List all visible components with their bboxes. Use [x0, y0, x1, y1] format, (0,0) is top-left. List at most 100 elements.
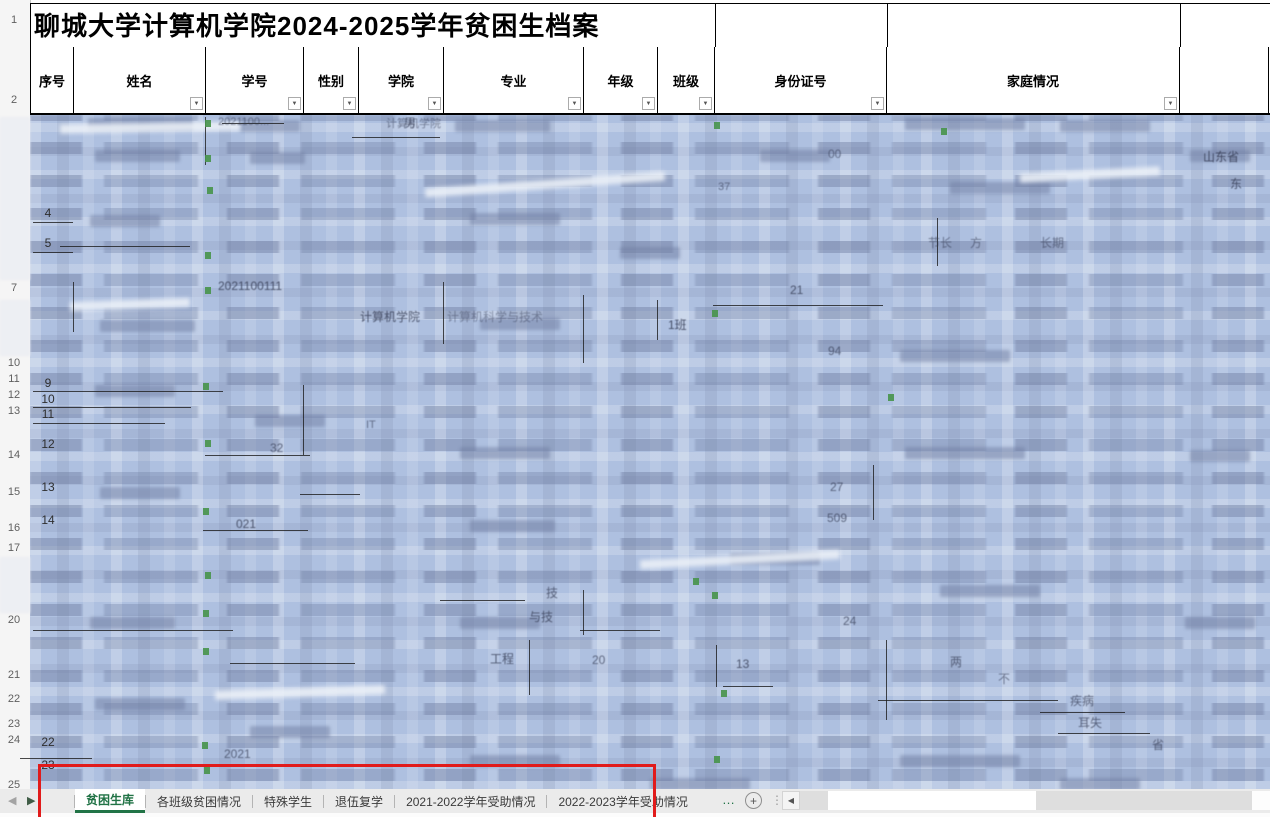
- serial-number-cell[interactable]: 9: [34, 376, 62, 390]
- gutter-row-number[interactable]: 21: [0, 668, 28, 682]
- gutter-row-number[interactable]: 17: [0, 541, 28, 555]
- serial-number-cell[interactable]: 22: [34, 735, 62, 749]
- serial-number-cell[interactable]: 10: [34, 392, 62, 406]
- gutter-row-number[interactable]: 10: [0, 356, 28, 370]
- data-fragment: 方: [970, 236, 982, 250]
- data-fragment: 不: [998, 672, 1010, 686]
- sheet-tab-bar: ◀ ▶ 贫困生库 各班级贫困情况 特殊学生 退伍复学 2021-2022学年受助…: [0, 789, 1270, 813]
- header-cell: 专业 ▼: [443, 47, 583, 113]
- data-fragment: 13: [736, 657, 749, 671]
- filter-dropdown-icon: ▼: [194, 101, 200, 107]
- column-header-label: 性别: [318, 71, 344, 90]
- gridline-fragment-h: [33, 423, 165, 424]
- filter-button[interactable]: ▼: [699, 97, 712, 110]
- header-cell: 学号 ▼: [205, 47, 303, 113]
- serial-number-cell[interactable]: 4: [34, 206, 62, 220]
- sheet-tab[interactable]: 退伍复学: [324, 789, 394, 813]
- gridline-fragment-h: [723, 686, 773, 687]
- serial-number-cell[interactable]: 11: [34, 407, 62, 421]
- green-error-indicator: [712, 310, 718, 317]
- filter-button[interactable]: ▼: [288, 97, 301, 110]
- header-cell: 年级 ▼: [583, 47, 657, 113]
- sheet-tab[interactable]: 特殊学生: [253, 789, 323, 813]
- filter-button[interactable]: ▼: [642, 97, 655, 110]
- green-error-indicator: [205, 287, 211, 294]
- redacted-text-smudge: [905, 447, 1025, 459]
- filter-dropdown-icon: ▼: [646, 101, 652, 107]
- data-fragment: 两: [950, 655, 962, 669]
- redacted-text-smudge: [470, 520, 555, 532]
- gutter-row-number[interactable]: 7: [0, 281, 28, 295]
- gutter-row-number[interactable]: 13: [0, 404, 28, 418]
- sheet-tab[interactable]: 2022-2023学年受助情况: [547, 789, 698, 813]
- gutter-row-number[interactable]: 20: [0, 613, 28, 627]
- more-sheets-button[interactable]: …: [722, 792, 735, 807]
- sheet-tab[interactable]: 各班级贫困情况: [146, 789, 252, 813]
- gutter-row-number[interactable]: 15: [0, 485, 28, 499]
- gutter-row-number[interactable]: 12: [0, 388, 28, 402]
- redacted-text-smudge: [250, 152, 305, 164]
- gridline-fragment-h: [580, 630, 660, 631]
- serial-number-cell[interactable]: 23: [34, 758, 62, 772]
- green-error-indicator: [714, 122, 720, 129]
- filter-button[interactable]: ▼: [190, 97, 203, 110]
- data-fragment: 20: [592, 653, 605, 667]
- serial-number-cell[interactable]: 5: [34, 236, 62, 250]
- add-sheet-button[interactable]: +: [745, 792, 762, 809]
- column-header-label: 班级: [673, 71, 699, 90]
- data-fragment: 2021: [224, 747, 251, 761]
- filter-button[interactable]: ▼: [871, 97, 884, 110]
- green-error-indicator: [202, 742, 208, 749]
- data-fragment: 32: [270, 441, 283, 455]
- green-error-indicator: [204, 767, 210, 774]
- redacted-text-smudge: [940, 585, 1040, 597]
- green-error-indicator: [205, 440, 211, 447]
- tab-nav-left-icon[interactable]: ◀: [8, 794, 16, 808]
- serial-number-cell[interactable]: 13: [34, 480, 62, 494]
- hscroll-thumb[interactable]: [828, 791, 1036, 810]
- redacted-text-smudge: [100, 487, 180, 499]
- green-error-indicator: [203, 648, 209, 655]
- data-fragment: 与技: [529, 610, 553, 624]
- gutter-row-number[interactable]: 16: [0, 521, 28, 535]
- redacted-text-smudge: [905, 118, 1025, 130]
- filter-button[interactable]: ▼: [1164, 97, 1177, 110]
- gridline-fragment-h: [1058, 733, 1150, 734]
- tab-nav-right-icon[interactable]: ▶: [27, 794, 35, 808]
- gutter-row-number[interactable]: 11: [0, 372, 28, 386]
- serial-number-cell[interactable]: 14: [34, 513, 62, 527]
- data-fragment: IT: [366, 418, 376, 432]
- filter-button[interactable]: ▼: [428, 97, 441, 110]
- hscroll-right-cap: [1252, 791, 1270, 810]
- gridline-fragment-h: [33, 252, 73, 253]
- sheet-tab[interactable]: 贫困生库: [75, 789, 145, 813]
- gridline-fragment-v: [716, 645, 717, 687]
- data-fragment: 长期: [1040, 236, 1064, 250]
- green-error-indicator: [941, 128, 947, 135]
- green-error-indicator: [205, 120, 211, 127]
- hscroll-left-button[interactable]: ◀: [782, 791, 800, 810]
- gutter-row-number[interactable]: 22: [0, 692, 28, 706]
- data-fragment: 东: [1230, 177, 1242, 191]
- filter-button[interactable]: ▼: [568, 97, 581, 110]
- title-row: 聊城大学计算机学院2024-2025学年贫困生档案: [30, 3, 1270, 49]
- gutter-row-number[interactable]: 2: [0, 93, 28, 107]
- hscroll-track[interactable]: [800, 791, 1270, 810]
- data-fragment: 37: [718, 180, 730, 194]
- sheet-tab[interactable]: 2021-2022学年受助情况: [395, 789, 546, 813]
- gutter-row-number[interactable]: 23: [0, 717, 28, 731]
- filter-dropdown-icon: ▼: [292, 101, 298, 107]
- serial-number-cell[interactable]: 12: [34, 437, 62, 451]
- column-header-label: 姓名: [126, 71, 152, 90]
- filter-button[interactable]: ▼: [343, 97, 356, 110]
- header-row: 序号 姓名 ▼ 学号 ▼ 性别 ▼: [30, 47, 1270, 115]
- gutter-row-number[interactable]: 14: [0, 448, 28, 462]
- gutter-blur-block: [0, 557, 30, 613]
- data-fragment: 工程: [490, 652, 514, 666]
- gutter-row-number[interactable]: 1: [0, 13, 28, 27]
- gutter-row-number[interactable]: 24: [0, 733, 28, 747]
- column-header-label: 专业: [500, 71, 526, 90]
- gridline-fragment-h: [205, 455, 310, 456]
- blurred-data-region[interactable]: [30, 115, 1270, 790]
- gridline-fragment-h: [60, 246, 190, 247]
